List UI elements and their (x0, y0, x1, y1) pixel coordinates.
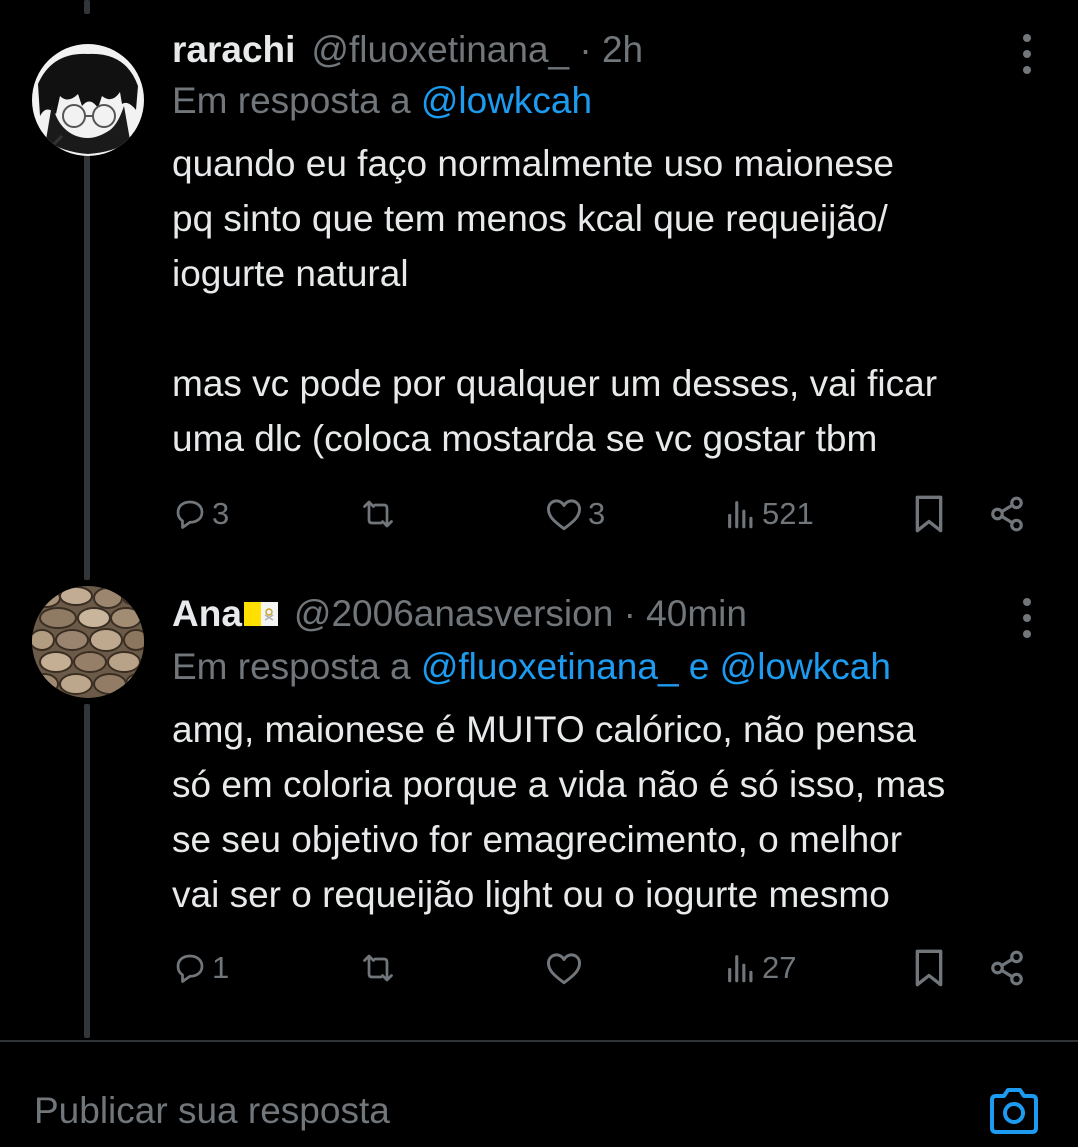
reply-button[interactable]: 3 (172, 492, 229, 536)
text-line: amg, maionese é MUITO calórico, não pens… (172, 709, 916, 750)
heart-icon (546, 953, 582, 985)
reply-tweet[interactable]: rarachi @fluoxetinana_ · 2h Em resposta … (0, 22, 1078, 542)
like-count: 3 (588, 496, 606, 531)
share-button[interactable] (988, 946, 1026, 990)
bookmark-button[interactable] (912, 492, 946, 536)
tweet-text: quando eu faço normalmente uso maionese … (172, 136, 1052, 466)
reply-prefix: Em resposta a (172, 646, 411, 687)
reply-icon (176, 954, 204, 983)
avatar[interactable] (32, 586, 144, 698)
like-button[interactable] (544, 946, 588, 990)
share-icon (991, 496, 1023, 532)
text-line: iogurte natural (172, 253, 409, 294)
handle-and-time[interactable]: @2006anasversion · 40min (294, 593, 747, 635)
share-button[interactable] (988, 492, 1026, 536)
reply-prefix: Em resposta a (172, 80, 411, 121)
action-bar: 3 3 521 (172, 492, 1042, 536)
vatican-flag-icon (243, 602, 278, 626)
text-line: uma dlc (coloca mostarda se vc gostar tb… (172, 418, 878, 459)
text-line: se seu objetivo for emagrecimento, o mel… (172, 819, 903, 860)
text-line: só em coloria porque a vida não é só iss… (172, 764, 946, 805)
like-button[interactable]: 3 (544, 492, 605, 536)
reply-mention-link[interactable]: @fluoxetinana_ e @lowkcah (421, 646, 891, 687)
tweet-text: amg, maionese é MUITO calórico, não pens… (172, 702, 1052, 922)
views-count: 27 (762, 950, 797, 985)
reply-icon (176, 500, 204, 529)
more-dots-icon[interactable] (1020, 34, 1034, 74)
views-icon (728, 501, 753, 529)
reply-thread: rarachi @fluoxetinana_ · 2h Em resposta … (0, 0, 1078, 1147)
tweet-header: Ana @2006anasversion · 40min (172, 586, 747, 642)
retweet-icon (363, 500, 393, 528)
action-bar: 1 27 (172, 946, 1042, 990)
display-name[interactable]: rarachi (172, 29, 295, 71)
text-line: pq sinto que tem menos kcal que requeijã… (172, 198, 888, 239)
retweet-button[interactable] (358, 946, 402, 990)
bookmark-icon (915, 495, 943, 533)
heart-icon (546, 499, 582, 531)
display-name[interactable]: Ana (172, 593, 242, 635)
handle-and-time[interactable]: @fluoxetinana_ · 2h (311, 29, 643, 71)
share-icon (991, 950, 1023, 986)
text-line: vai ser o requeijão light ou o iogurte m… (172, 874, 890, 915)
text-line: mas vc pode por qualquer um desses, vai … (172, 363, 938, 404)
reply-button[interactable]: 1 (172, 946, 229, 990)
views-icon (728, 955, 753, 983)
bookmark-icon (915, 949, 943, 987)
avatar[interactable] (32, 44, 144, 156)
reply-context: Em resposta a @fluoxetinana_ e @lowkcah (172, 646, 891, 688)
retweet-icon (363, 954, 393, 982)
views-count: 521 (762, 496, 814, 531)
tweet-header: rarachi @fluoxetinana_ · 2h (172, 22, 643, 78)
reply-count: 1 (212, 950, 230, 985)
text-line: quando eu faço normalmente uso maionese (172, 143, 894, 184)
reply-tweet[interactable]: Ana @2006anasversion · 40min Em resposta… (0, 586, 1078, 1026)
reply-context: Em resposta a @lowkcah (172, 80, 592, 122)
reply-mention-link[interactable]: @lowkcah (421, 80, 592, 121)
retweet-button[interactable] (358, 492, 402, 536)
bookmark-button[interactable] (912, 946, 946, 990)
views-button[interactable]: 521 (724, 492, 814, 536)
thread-line-top (84, 0, 90, 14)
reply-composer-input[interactable]: Publicar sua resposta (34, 1090, 390, 1132)
camera-icon[interactable] (986, 1086, 1042, 1136)
composer-divider (0, 1040, 1078, 1042)
more-dots-icon[interactable] (1020, 598, 1034, 638)
reply-count: 3 (212, 496, 230, 531)
views-button[interactable]: 27 (724, 946, 796, 990)
